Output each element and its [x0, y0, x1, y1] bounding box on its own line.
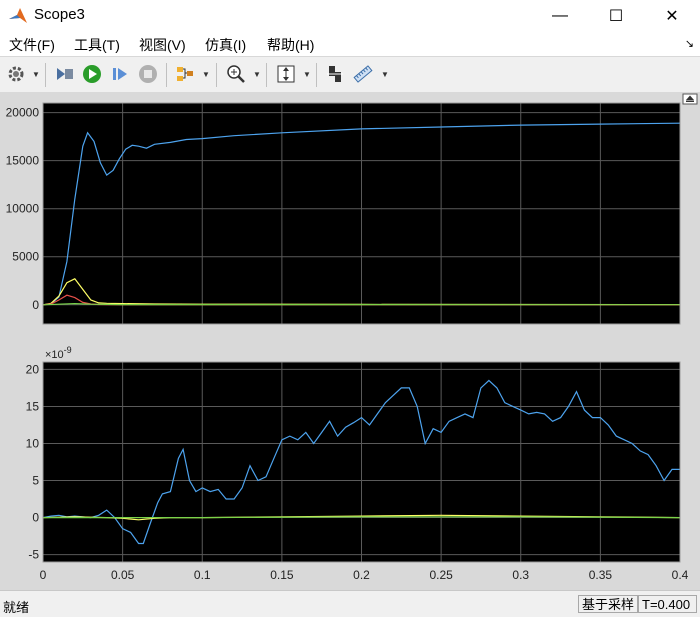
title-bar: Scope3 — ☐ ✕: [0, 0, 700, 32]
highlight-block-icon[interactable]: [174, 63, 196, 85]
x-tick-label: 0: [40, 568, 47, 582]
toolbar-separator: [316, 63, 317, 87]
toolbar-separator: [266, 63, 267, 87]
menu-help[interactable]: 帮助(H): [267, 35, 314, 55]
window-title: Scope3: [34, 6, 85, 23]
menu-simulation[interactable]: 仿真(I): [205, 35, 246, 55]
x-tick-label: 0.05: [111, 568, 135, 582]
maximize-button[interactable]: ☐: [588, 0, 644, 32]
y-tick-label: 0: [32, 511, 39, 525]
zoom-dropdown-icon[interactable]: ▼: [253, 70, 261, 79]
y-tick-label: 20000: [6, 106, 40, 120]
signal-statistics-icon[interactable]: [352, 63, 374, 85]
status-text: 就绪: [3, 600, 30, 615]
undock-axes-icon[interactable]: [682, 93, 698, 105]
sample-mode-indicator: 基于采样: [578, 595, 638, 613]
y-tick-label: 5: [32, 474, 39, 488]
close-button[interactable]: ✕: [644, 0, 700, 32]
toolbar-separator: [216, 63, 217, 87]
menu-tools[interactable]: 工具(T): [74, 35, 120, 55]
status-bar: 就绪 基于采样 T=0.400: [0, 590, 700, 617]
settings-dropdown-icon[interactable]: ▼: [32, 70, 40, 79]
autoscale-icon[interactable]: [275, 63, 297, 85]
y-tick-label: 0: [32, 298, 39, 312]
highlight-dropdown-icon[interactable]: ▼: [202, 70, 210, 79]
minimize-button[interactable]: —: [532, 0, 588, 32]
menu-bar: 文件(F) 工具(T) 视图(V) 仿真(I) 帮助(H) ↘: [0, 32, 700, 56]
toolbar-separator: [166, 63, 167, 87]
menu-file[interactable]: 文件(F): [9, 35, 55, 55]
measurement-dropdown-icon[interactable]: ▼: [381, 70, 389, 79]
x-tick-label: 0.35: [589, 568, 613, 582]
time-indicator: T=0.400: [638, 595, 697, 613]
y-multiplier-exponent: -9: [64, 345, 72, 355]
run-icon[interactable]: [81, 63, 103, 85]
x-tick-label: 0.3: [512, 568, 529, 582]
step-forward-icon[interactable]: [109, 63, 131, 85]
x-tick-label: 0.15: [270, 568, 294, 582]
y-tick-label: 5000: [12, 250, 39, 264]
x-tick-label: 0.2: [353, 568, 370, 582]
scope-display: 0 5000 10000 15000 20000 -5 0 5 10 15 20 ×10-9 0 0.05…: [0, 92, 700, 590]
x-tick-label: 0.4: [672, 568, 689, 582]
stop-icon[interactable]: [137, 63, 159, 85]
close-icon: ✕: [665, 8, 679, 25]
x-tick-label: 0.25: [429, 568, 453, 582]
menu-view[interactable]: 视图(V): [139, 35, 186, 55]
zoom-in-icon[interactable]: [225, 63, 247, 85]
axes-2[interactable]: -505101520×10-90 0.05 0.1 0.15 0.2 0.25 0.3 0.3…: [26, 345, 689, 582]
y-tick-label: 20: [26, 362, 40, 376]
maximize-icon: ☐: [608, 8, 624, 25]
y-tick-label: 10000: [6, 202, 40, 216]
toolbar: ▼ ▼ ▼ ▼ ▼: [0, 56, 700, 94]
y-tick-label: 15000: [6, 154, 40, 168]
axes-1[interactable]: 0 5000 10000 15000 20000: [6, 102, 681, 325]
cursor-measurement-icon[interactable]: [324, 63, 346, 85]
dock-arrow-icon[interactable]: ↘: [685, 37, 694, 50]
restore-icon[interactable]: [54, 63, 76, 85]
y-tick-label: -5: [28, 548, 39, 562]
minimize-icon: —: [552, 7, 568, 24]
y-tick-label: 10: [26, 436, 40, 450]
scope-plots[interactable]: 05000100001500020000-505101520×10-90 0.05…: [0, 92, 700, 590]
settings-icon[interactable]: [5, 63, 27, 85]
x-tick-label: 0.1: [194, 568, 211, 582]
y-multiplier-label: ×10-9: [45, 345, 72, 361]
autoscale-dropdown-icon[interactable]: ▼: [303, 70, 311, 79]
y-tick-label: 15: [26, 399, 40, 413]
toolbar-separator: [45, 63, 46, 87]
matlab-logo-icon: [9, 8, 27, 23]
